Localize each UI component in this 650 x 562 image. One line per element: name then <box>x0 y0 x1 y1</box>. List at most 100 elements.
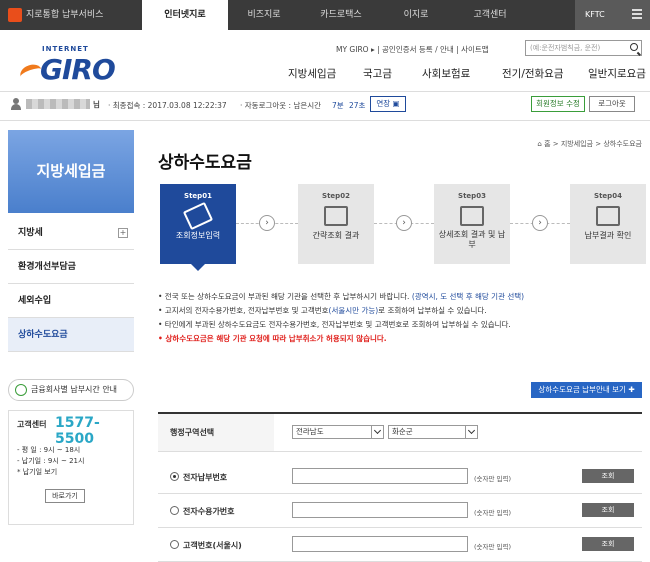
city-value: 화순군 <box>392 427 413 436</box>
sidebar-item-env-charge[interactable]: 환경개선부담금 <box>8 250 134 284</box>
call-center-label: 고객센터 <box>17 420 47 429</box>
expand-plus-icon[interactable]: + <box>118 228 128 238</box>
step-num: Step03 <box>458 192 486 200</box>
radio-e-payment[interactable] <box>170 472 179 481</box>
sidebar-item-non-tax[interactable]: 세외수입 <box>8 284 134 318</box>
call-hours: - 평 일 : 9시 ~ 18시 - 납기일 : 9시 ~ 21시 * 납기일 … <box>17 445 84 478</box>
step-4: Step04 납부결과 확인 <box>570 184 646 264</box>
nav-social-insurance[interactable]: 사회보험료 <box>422 66 470 81</box>
tab-easy-giro[interactable]: 이지로 <box>382 0 450 30</box>
input-hint: (숫자만 입력) <box>474 509 512 517</box>
hours-due-date-link[interactable]: * 납기일 보기 <box>17 467 84 478</box>
tab-biz-giro[interactable]: 비즈지로 <box>228 0 300 30</box>
last-login: · 최종접속 : 2017.03.08 12:22:37 <box>108 101 227 110</box>
radio-label: 전자수용가번호 <box>183 507 235 516</box>
shortcut-button[interactable]: 바로가기 <box>45 489 85 503</box>
region-label: 행정구역선택 <box>158 414 274 451</box>
sidebar-title: 지방세입금 <box>8 130 134 213</box>
step-label: 납부결과 확인 <box>584 231 632 240</box>
region-row: 행정구역선택 전라남도 화순군 <box>158 414 642 452</box>
radio-label: 고객번호(서울시) <box>183 541 242 550</box>
radio-label: 전자납부번호 <box>183 473 228 482</box>
query-row-customer-number: 전자수용가번호 (숫자만 입력) 조회 <box>158 494 642 528</box>
chevron-down-icon <box>465 426 477 438</box>
user-name-masked <box>26 99 90 109</box>
province-select[interactable]: 전라남도 <box>292 425 384 439</box>
logo-internet-text: INTERNET <box>42 45 89 53</box>
water-bill-guide-button[interactable]: 상하수도요금 납부안내 보기 ✚ <box>531 382 642 398</box>
notice-list: • 전국 또는 상하수도요금이 부과된 해당 기관을 선택한 후 납부하시기 바… <box>158 290 524 346</box>
chevron-right-icon: › <box>259 215 275 231</box>
notice-highlight: (서울시만 가능) <box>328 306 379 315</box>
kftc-link[interactable]: KFTC <box>575 0 650 30</box>
query-form: 행정구역선택 전라남도 화순군 전자납부번호 (숫자만 입력) 조회 전자수용가… <box>158 412 642 562</box>
search-icon[interactable] <box>630 43 638 51</box>
step-label: 상세조회 결과 및 납부 <box>438 230 506 249</box>
extend-session-button[interactable]: 연장 ▣ <box>370 96 406 112</box>
step-num: Step04 <box>594 192 622 200</box>
notice-text: • 고지서의 전자수용가번호, 전자납부번호 및 고객번호 <box>158 306 329 315</box>
auto-logout-label: · 자동로그아웃 : 남은시간 <box>240 101 322 110</box>
radio-seoul-customer[interactable] <box>170 540 179 549</box>
user-session-bar: 님 · 최종접속 : 2017.03.08 12:22:37 · 자동로그아웃 … <box>0 96 650 118</box>
input-hint: (숫자만 입력) <box>474 475 512 483</box>
printer-icon <box>596 206 620 226</box>
notice-text: • 전국 또는 상하수도요금이 부과된 해당 기관을 선택한 후 납부하시기 바… <box>158 292 410 301</box>
chevron-right-icon: › <box>396 215 412 231</box>
top-nav-bar: 지로통합 납부서비스 인터넷지로 비즈지로 카드로택스 이지로 고객센터 KFT… <box>0 0 650 30</box>
tab-customer-center[interactable]: 고객센터 <box>450 0 530 30</box>
province-value: 전라남도 <box>296 427 324 436</box>
notice-highlight: (광역시, 도 선택 후 해당 기관 선택) <box>411 292 525 301</box>
step-num: Step02 <box>322 192 350 200</box>
query-button[interactable]: 조회 <box>582 537 634 551</box>
e-payment-number-input[interactable] <box>292 468 468 484</box>
logout-button[interactable]: 로그아웃 <box>589 96 635 112</box>
tab-internet-giro[interactable]: 인터넷지로 <box>142 0 228 30</box>
search-input[interactable]: (예:운전자범칙금, 운전) <box>525 40 642 56</box>
e-customer-number-input[interactable] <box>292 502 468 518</box>
nav-electric-phone[interactable]: 전기/전화요금 <box>502 66 564 81</box>
query-button[interactable]: 조회 <box>582 503 634 517</box>
breadcrumb: ⌂ 홈 > 지방세입금 > 상하수도요금 <box>537 139 642 149</box>
divider <box>0 91 650 92</box>
tab-card-ro-tax[interactable]: 카드로택스 <box>300 0 382 30</box>
seoul-customer-number-input[interactable] <box>292 536 468 552</box>
input-hint: (숫자만 입력) <box>474 543 512 551</box>
hours-due-date: - 납기일 : 9시 ~ 21시 <box>17 457 85 465</box>
hamburger-menu-icon[interactable] <box>632 9 642 19</box>
divider <box>0 120 650 121</box>
nav-local-tax[interactable]: 지방세입금 <box>288 66 336 81</box>
notice-item: • 타인에게 부과된 상하수도요금도 전자수용가번호, 전자납부번호 및 고객번… <box>158 318 524 332</box>
nav-national-treasury[interactable]: 국고금 <box>363 66 392 81</box>
user-suffix: 님 <box>93 100 100 109</box>
payment-hours-button[interactable]: 금융회사별 납부시간 안내 <box>8 379 134 401</box>
step-label: 조회정보입력 <box>175 231 221 240</box>
page-title: 상하수도요금 <box>158 153 252 173</box>
hours-weekday: - 평 일 : 9시 ~ 18시 <box>17 446 81 454</box>
sidebar-item-local-tax[interactable]: 지방세 + <box>8 216 134 250</box>
logout-seconds: 27초 <box>349 101 366 110</box>
breadcrumb-text: 홈 > 지방세입금 > 상하수도요금 <box>544 140 642 148</box>
query-button[interactable]: 조회 <box>582 469 634 483</box>
city-select[interactable]: 화순군 <box>388 425 478 439</box>
call-center-number: 1577-5500 <box>55 415 100 447</box>
tab-integrated-giro[interactable]: 지로통합 납부서비스 <box>26 0 136 30</box>
notice-text: 로 조회하여 납부하실 수 있습니다. <box>378 306 487 315</box>
nav-general-giro[interactable]: 일반지로요금 <box>588 66 646 81</box>
edit-member-info-button[interactable]: 회원정보 수정 <box>531 96 585 112</box>
radio-e-customer[interactable] <box>170 506 179 515</box>
step-num: Step01 <box>184 192 212 200</box>
user-icon <box>10 98 22 110</box>
kftc-logo-icon <box>8 8 22 22</box>
sidebar-item-label: 지방세 <box>18 228 43 238</box>
query-row-seoul-customer: 고객번호(서울시) (숫자만 입력) 조회 <box>158 528 642 562</box>
id-card-icon <box>460 206 484 226</box>
notice-item: • 고지서의 전자수용가번호, 전자납부번호 및 고객번호(서울시만 가능)로 … <box>158 304 524 318</box>
query-row-e-payment: 전자납부번호 (숫자만 입력) 조회 <box>158 460 642 494</box>
search-placeholder: (예:운전자범칙금, 운전) <box>530 44 601 52</box>
kftc-label: KFTC <box>585 10 605 19</box>
monitor-icon <box>324 206 348 226</box>
step-label: 간략조회 결과 <box>312 231 360 240</box>
sidebar-item-water-bill[interactable]: 상하수도요금 <box>8 318 134 352</box>
step-2: Step02 간략조회 결과 <box>298 184 374 264</box>
